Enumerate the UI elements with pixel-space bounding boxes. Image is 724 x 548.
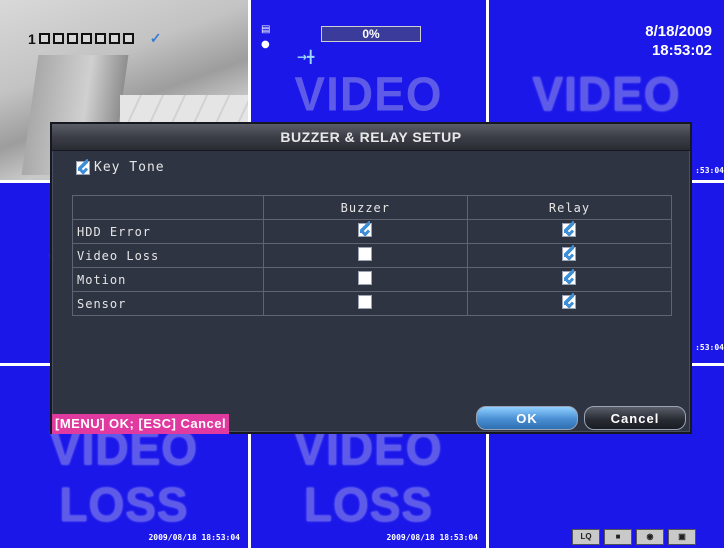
video-loss-label: VIDEO LOSS xyxy=(294,420,443,532)
video-loss-relay-checkbox[interactable] xyxy=(562,245,577,261)
video-loss-label: VIDEO LOSS xyxy=(49,420,199,532)
table-row-video-loss: Video Loss xyxy=(72,243,673,268)
dialog-title: BUZZER & RELAY SETUP xyxy=(52,124,690,151)
channel-number: 1 xyxy=(28,30,36,47)
channel-status-icon xyxy=(38,33,50,44)
disc-icon: ● xyxy=(261,39,270,50)
sensor-relay-checkbox[interactable] xyxy=(562,293,577,309)
channel-status-icon xyxy=(122,33,134,44)
view-mode-tray: LQ ■ ◉ ▣ xyxy=(568,526,724,548)
header-buzzer: Buzzer xyxy=(262,195,468,220)
motion-relay-checkbox[interactable] xyxy=(562,269,577,285)
hdd-icon: ▤ xyxy=(261,24,271,35)
key-tone-label: Key Tone xyxy=(94,160,165,175)
row-label: Motion xyxy=(72,267,264,292)
key-hint-bar: [MENU] OK; [ESC] Cancel xyxy=(52,414,230,434)
backup-progress: 0% xyxy=(321,26,421,42)
lq-button[interactable]: LQ xyxy=(572,529,600,545)
motion-buzzer-checkbox[interactable] xyxy=(358,271,373,285)
channel-status-icon xyxy=(94,33,106,44)
table-header-row: Buzzer Relay xyxy=(72,195,673,220)
sensor-buzzer-checkbox[interactable] xyxy=(358,295,373,309)
channel-status-icon xyxy=(66,33,78,44)
hdd-status: ▤ ● xyxy=(261,24,270,50)
single-view-icon[interactable]: ■ xyxy=(604,529,632,545)
cell-timestamp: 2009/08/18 18:53:04 xyxy=(386,533,478,542)
ok-button[interactable]: OK xyxy=(476,406,578,430)
time-text: 18:53:02 xyxy=(651,42,712,59)
row-label: HDD Error xyxy=(72,219,264,244)
cancel-button[interactable]: Cancel xyxy=(584,406,686,430)
date-text: 8/18/2009 xyxy=(645,23,712,40)
header-empty xyxy=(72,195,264,220)
camera-icon[interactable]: ▣ xyxy=(668,529,696,545)
key-tone-option[interactable]: Key Tone xyxy=(76,158,165,175)
hdd-error-relay-checkbox[interactable] xyxy=(562,221,577,237)
table-row-motion: Motion xyxy=(72,267,673,292)
row-label: Sensor xyxy=(72,291,264,316)
zoom-icon[interactable]: ◉ xyxy=(636,529,664,545)
hdd-error-buzzer-checkbox[interactable] xyxy=(358,221,373,237)
table-row-hdd-error: HDD Error xyxy=(72,219,673,244)
record-icon: ✓ xyxy=(149,30,162,46)
usb-icon: →╋ xyxy=(297,50,315,64)
header-relay: Relay xyxy=(466,195,673,220)
cell-timestamp: :53:04 xyxy=(695,343,724,352)
cell-timestamp: :53:04 xyxy=(695,166,724,175)
cell-timestamp: 2009/08/18 18:53:04 xyxy=(148,533,240,542)
channel-status-icon xyxy=(52,33,64,44)
row-label: Video Loss xyxy=(72,243,264,268)
table-row-sensor: Sensor xyxy=(72,291,673,316)
key-tone-checkbox[interactable] xyxy=(76,158,90,175)
channel-status-row: 1 ✓ xyxy=(28,30,162,47)
buzzer-relay-dialog: BUZZER & RELAY SETUP Key Tone Buzzer Rel… xyxy=(50,122,692,434)
channel-status-icon xyxy=(108,33,120,44)
alarm-output-table: Buzzer Relay HDD Error Video Loss Motion… xyxy=(72,195,673,316)
channel-status-icon xyxy=(80,33,92,44)
video-loss-buzzer-checkbox[interactable] xyxy=(358,247,373,261)
date-time-display: 8/18/2009 18:53:02 xyxy=(645,22,712,60)
